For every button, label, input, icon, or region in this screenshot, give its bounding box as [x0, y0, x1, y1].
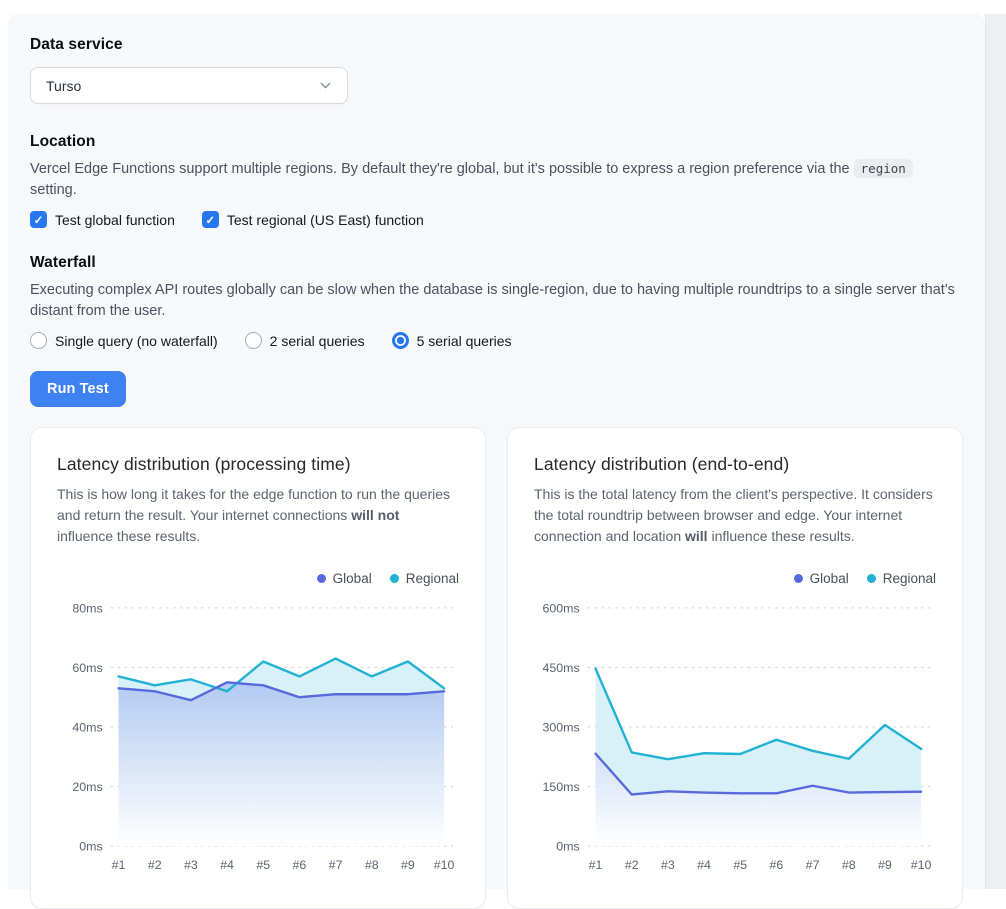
page-edge-gutter: [985, 14, 1006, 889]
radio-5-serial-queries[interactable]: 5 serial queries: [392, 332, 512, 349]
regional-legend-dot-icon: [867, 574, 876, 583]
card-description: This is how long it takes for the edge f…: [57, 484, 459, 547]
legend-item-global: Global: [317, 571, 372, 586]
svg-text:#4: #4: [697, 858, 711, 872]
global-legend-dot-icon: [794, 574, 803, 583]
chart-legend: Global Regional: [534, 571, 936, 586]
card-title: Latency distribution (end-to-end): [534, 454, 936, 475]
svg-text:#6: #6: [770, 858, 784, 872]
location-desc-text: Vercel Edge Functions support multiple r…: [30, 161, 854, 177]
radio-single-query[interactable]: Single query (no waterfall): [30, 332, 218, 349]
region-code-badge: region: [854, 159, 913, 178]
svg-text:#10: #10: [434, 858, 455, 872]
svg-text:#1: #1: [589, 858, 603, 872]
card-processing-time: Latency distribution (processing time) T…: [30, 427, 486, 909]
chart-legend: Global Regional: [57, 571, 459, 586]
radio-2-serial-queries[interactable]: 2 serial queries: [245, 332, 365, 349]
svg-text:#8: #8: [365, 858, 379, 872]
card-desc-text-end: influence these results.: [57, 528, 200, 544]
svg-text:#7: #7: [329, 858, 343, 872]
latency-end-to-end-chart: 0ms 150ms 300ms 450ms 600ms #1 #2 #3 #4 #5 #6 #7 #8 #…: [534, 594, 936, 884]
card-title: Latency distribution (processing time): [57, 454, 459, 475]
svg-text:#5: #5: [256, 858, 270, 872]
regional-legend-dot-icon: [390, 574, 399, 583]
svg-text:#9: #9: [401, 858, 415, 872]
svg-text:#9: #9: [878, 858, 892, 872]
data-service-selected-value: Turso: [46, 78, 81, 94]
checkbox-label: Test regional (US East) function: [227, 212, 424, 228]
svg-text:#5: #5: [733, 858, 747, 872]
svg-text:#7: #7: [806, 858, 820, 872]
svg-text:#8: #8: [842, 858, 856, 872]
svg-text:600ms: 600ms: [542, 601, 579, 615]
svg-text:0ms: 0ms: [79, 840, 102, 854]
location-checkbox-group: Test global function Test regional (US E…: [30, 211, 963, 228]
svg-text:#1: #1: [112, 858, 126, 872]
main-content: Data service Turso Location Vercel Edge …: [8, 14, 985, 909]
legend-item-regional: Regional: [390, 571, 459, 586]
svg-text:#4: #4: [220, 858, 234, 872]
radio-icon[interactable]: [245, 332, 262, 349]
chevron-down-icon: [317, 77, 334, 94]
waterfall-description: Executing complex API routes globally ca…: [30, 280, 963, 322]
svg-text:#10: #10: [911, 858, 932, 872]
checkbox-test-global[interactable]: Test global function: [30, 211, 175, 228]
svg-text:#6: #6: [293, 858, 307, 872]
svg-text:#3: #3: [661, 858, 675, 872]
card-description: This is the total latency from the clien…: [534, 484, 936, 547]
legend-label: Global: [810, 571, 849, 586]
svg-text:40ms: 40ms: [72, 721, 102, 735]
svg-text:60ms: 60ms: [72, 661, 102, 675]
svg-text:20ms: 20ms: [72, 780, 102, 794]
radio-label: 2 serial queries: [270, 333, 365, 349]
svg-text:450ms: 450ms: [542, 661, 579, 675]
svg-text:#2: #2: [625, 858, 639, 872]
data-service-select[interactable]: Turso: [30, 67, 348, 104]
checkbox-icon[interactable]: [30, 211, 47, 228]
legend-label: Regional: [883, 571, 936, 586]
svg-text:#2: #2: [148, 858, 162, 872]
waterfall-heading: Waterfall: [30, 254, 963, 272]
radio-icon[interactable]: [30, 332, 47, 349]
card-desc-bold: will: [685, 528, 708, 544]
data-service-heading: Data service: [30, 36, 963, 54]
waterfall-radio-group: Single query (no waterfall) 2 serial que…: [30, 332, 963, 349]
card-desc-bold: will not: [351, 507, 399, 523]
radio-icon[interactable]: [392, 332, 409, 349]
location-heading: Location: [30, 133, 963, 151]
svg-text:80ms: 80ms: [72, 601, 102, 615]
card-end-to-end: Latency distribution (end-to-end) This i…: [507, 427, 963, 909]
svg-text:300ms: 300ms: [542, 721, 579, 735]
checkbox-icon[interactable]: [202, 211, 219, 228]
card-desc-text-end: influence these results.: [708, 528, 855, 544]
charts-row: Latency distribution (processing time) T…: [30, 427, 963, 909]
run-test-button[interactable]: Run Test: [30, 371, 126, 407]
legend-item-global: Global: [794, 571, 849, 586]
svg-text:#3: #3: [184, 858, 198, 872]
location-description: Vercel Edge Functions support multiple r…: [30, 159, 963, 201]
svg-text:150ms: 150ms: [542, 780, 579, 794]
latency-processing-chart: 0ms 20ms 40ms 60ms 80ms #1 #2 #3 #4 #5 #6 #7 #8 #9 #10: [57, 594, 459, 884]
legend-label: Global: [333, 571, 372, 586]
svg-text:0ms: 0ms: [556, 840, 579, 854]
checkbox-test-regional[interactable]: Test regional (US East) function: [202, 211, 424, 228]
global-legend-dot-icon: [317, 574, 326, 583]
location-desc-text-end: setting.: [30, 182, 77, 198]
app-panel: Data service Turso Location Vercel Edge …: [8, 14, 985, 889]
checkbox-label: Test global function: [55, 212, 175, 228]
radio-label: Single query (no waterfall): [55, 333, 218, 349]
radio-label: 5 serial queries: [417, 333, 512, 349]
legend-item-regional: Regional: [867, 571, 936, 586]
legend-label: Regional: [406, 571, 459, 586]
